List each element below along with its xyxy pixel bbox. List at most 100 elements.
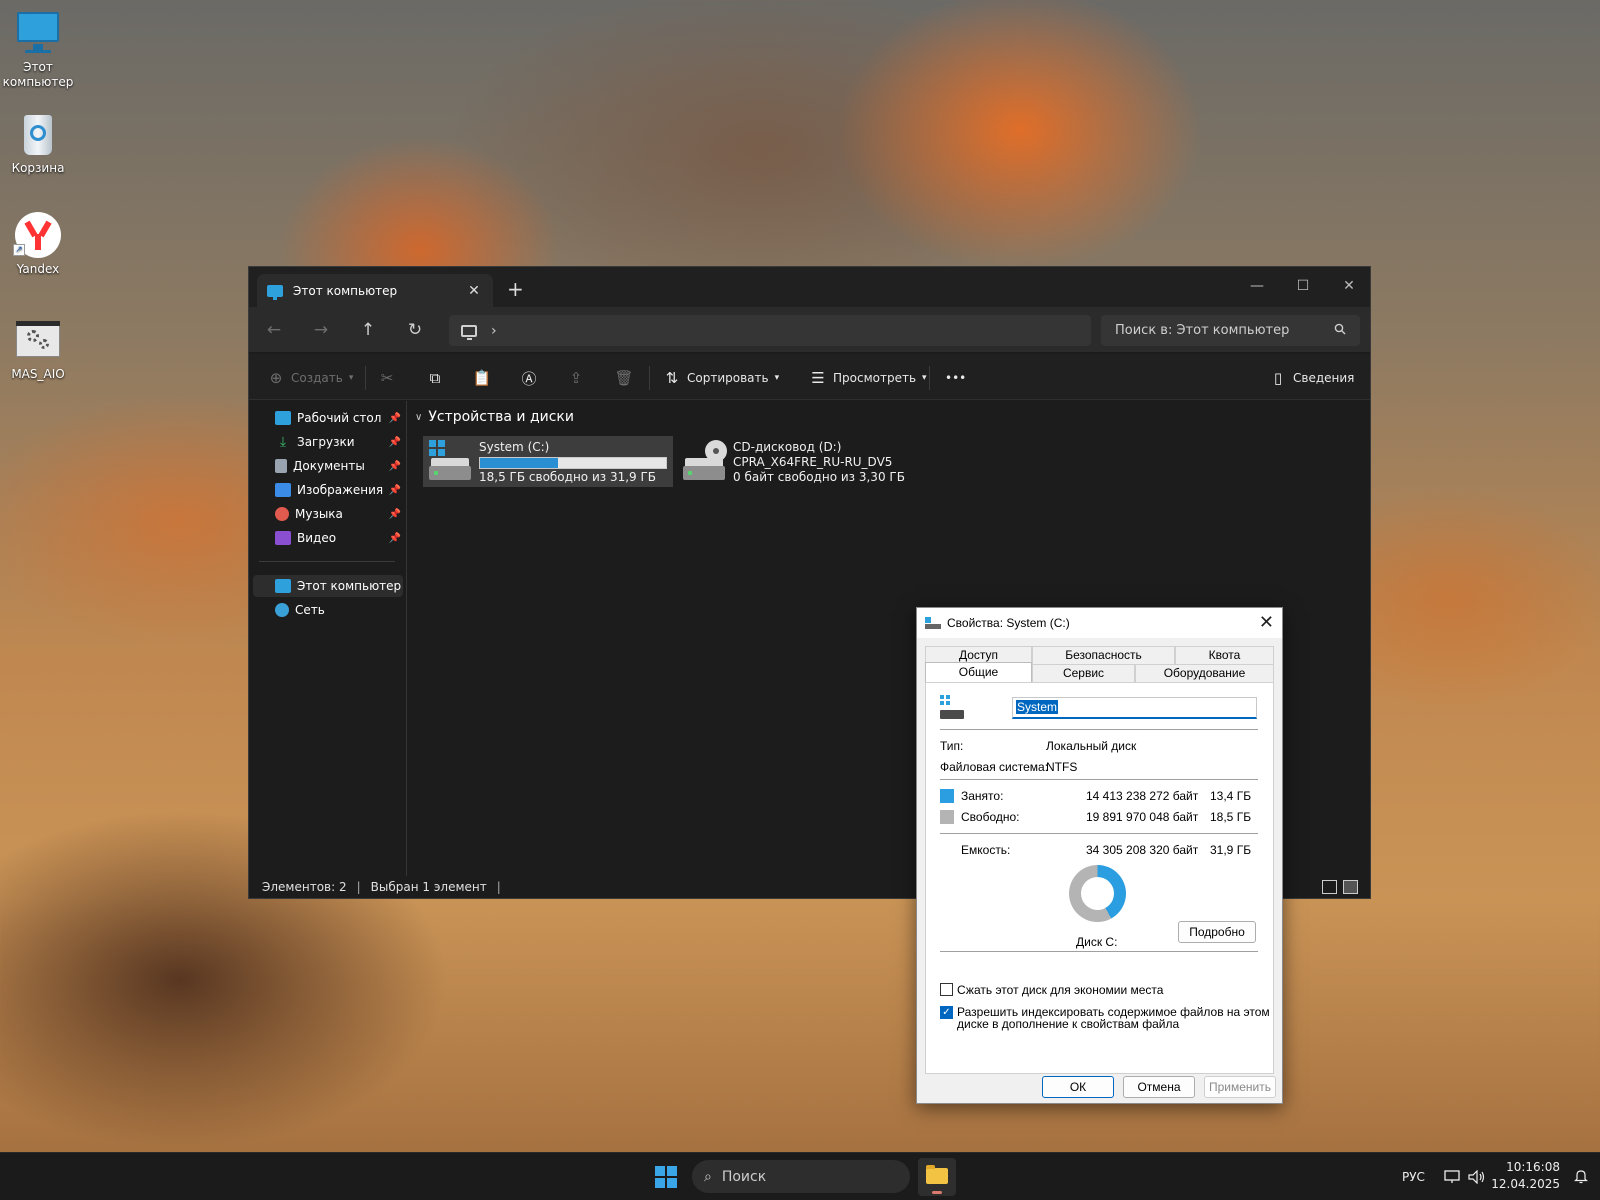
volume-name-input[interactable]: System [1012, 697, 1257, 719]
sidebar-item-pictures[interactable]: Изображения 📌 [253, 479, 403, 501]
sidebar-item-videos[interactable]: Видео 📌 [253, 527, 403, 549]
cancel-button[interactable]: Отмена [1123, 1076, 1195, 1098]
tab-hardware[interactable]: Оборудование [1135, 664, 1274, 682]
pin-icon[interactable]: 📌 [389, 413, 401, 424]
apply-button[interactable]: Применить [1204, 1076, 1276, 1098]
clock[interactable]: 10:16:08 12.04.2025 [1491, 1159, 1560, 1193]
notification-bell-icon[interactable] [1574, 1168, 1588, 1188]
index-label-line2: диске в дополнение к свойствам файла [957, 1017, 1180, 1031]
sidebar-item-downloads[interactable]: ⤓ Загрузки 📌 [253, 431, 403, 453]
sidebar-item-this-pc[interactable]: Этот компьютер [253, 575, 403, 597]
details-pane-button[interactable]: ▯ Сведения [1267, 366, 1355, 390]
navigation-pane: Рабочий стол 📌 ⤓ Загрузки 📌 Документы 📌 … [249, 401, 407, 876]
sidebar-item-desktop[interactable]: Рабочий стол 📌 [253, 407, 403, 429]
compress-label: Сжать этот диск для экономии места [957, 983, 1164, 997]
used-gb: 13,4 ГБ [1210, 789, 1252, 803]
copy-button[interactable]: ⧉ [424, 366, 450, 390]
search-icon [1334, 323, 1346, 339]
new-tab-button[interactable]: + [507, 277, 524, 301]
group-header-devices[interactable]: ∨ Устройства и диски [415, 409, 574, 425]
disk-cleanup-details-button[interactable]: Подробно [1178, 921, 1256, 943]
search-placeholder: Поиск в: Этот компьютер [1115, 323, 1290, 338]
paste-button[interactable]: 📋 [471, 366, 497, 390]
desktop-icon-this-pc[interactable]: Этот компьютер [2, 10, 74, 90]
cut-button[interactable]: ✂ [376, 366, 402, 390]
capacity-gb: 31,9 ГБ [1210, 843, 1252, 857]
item-count: Элементов: 2 [262, 880, 347, 894]
minimize-button[interactable]: — [1237, 271, 1277, 301]
pin-icon[interactable]: 📌 [389, 437, 401, 448]
maximize-button[interactable]: ☐ [1283, 271, 1323, 301]
tab-tools[interactable]: Сервис [1032, 664, 1135, 682]
chevron-down-icon: ▾ [348, 373, 354, 383]
tab-security[interactable]: Безопасность [1032, 646, 1175, 664]
view-button[interactable]: ☰ Просмотреть ▾ [807, 366, 926, 390]
desktop-icon-yandex[interactable]: ↗ Yandex [2, 212, 74, 277]
close-dialog-button[interactable]: ✕ [1259, 612, 1274, 633]
sort-label: Сортировать [687, 371, 769, 385]
ok-button[interactable]: ОК [1042, 1076, 1114, 1098]
cd-drive-icon [681, 440, 727, 482]
tabs-row-bottom: Общие Сервис Оборудование [925, 662, 1274, 682]
share-button[interactable]: ⇪ [565, 366, 591, 390]
compress-checkbox[interactable] [940, 983, 953, 996]
drive-usage-bar [479, 457, 667, 469]
dialog-titlebar: Свойства: System (C:) ✕ [917, 608, 1282, 638]
drive-icon [940, 695, 966, 719]
pin-icon[interactable]: 📌 [389, 509, 401, 520]
taskbar-search[interactable]: ⌕ Поиск [692, 1160, 910, 1193]
more-options-button[interactable]: ••• [945, 366, 966, 390]
chevron-right-icon[interactable]: › [491, 323, 497, 339]
more-icon: ••• [945, 371, 967, 385]
navigation-bar: ← → ↑ ↻ › Поиск в: Этот компьютер [249, 307, 1370, 353]
tab-this-pc[interactable]: Этот компьютер ✕ [257, 274, 493, 307]
create-button[interactable]: ⊕ Создать ▾ [265, 366, 354, 390]
sidebar-item-label: Видео [297, 531, 337, 545]
up-button[interactable]: ↑ [353, 317, 383, 343]
drive-item-d[interactable]: CD-дисковод (D:) CPRA_X64FRE_RU-RU_DV5 0… [677, 436, 917, 487]
search-input[interactable]: Поиск в: Этот компьютер [1101, 315, 1360, 346]
sidebar-item-documents[interactable]: Документы 📌 [253, 455, 403, 477]
taskbar-file-explorer[interactable] [918, 1158, 956, 1196]
network-icon[interactable] [1444, 1153, 1460, 1200]
drive-item-c[interactable]: System (C:) 18,5 ГБ свободно из 31,9 ГБ [423, 436, 673, 487]
forward-button[interactable]: → [306, 317, 336, 343]
recycle-bin-icon [15, 111, 61, 157]
clock-date: 12.04.2025 [1491, 1177, 1560, 1191]
pin-icon[interactable]: 📌 [389, 533, 401, 544]
close-window-button[interactable]: ✕ [1329, 271, 1369, 301]
monitor-icon [267, 284, 283, 300]
close-tab-icon[interactable]: ✕ [465, 283, 483, 299]
desktop-icon-mas-aio[interactable]: MAS_AIO [2, 317, 74, 382]
details-pane-icon: ▯ [1273, 369, 1283, 387]
tab-quota[interactable]: Квота [1175, 646, 1274, 664]
volume-icon[interactable] [1468, 1153, 1486, 1200]
sidebar-item-network[interactable]: Сеть [253, 599, 403, 621]
desktop-icon-recycle-bin[interactable]: Корзина [2, 111, 74, 176]
details-view-icon[interactable] [1322, 880, 1337, 894]
sidebar-item-music[interactable]: Музыка 📌 [253, 503, 403, 525]
delete-button[interactable]: 🗑 [613, 366, 639, 390]
drive-name: CD-дисковод (D:) [733, 440, 842, 454]
start-button[interactable] [655, 1166, 677, 1188]
group-title: Устройства и диски [428, 409, 574, 425]
free-space-swatch [940, 810, 954, 824]
used-bytes: 14 413 238 272 байт [1086, 789, 1199, 803]
back-button[interactable]: ← [259, 317, 289, 343]
pin-icon[interactable]: 📌 [389, 461, 401, 472]
selection-count: Выбран 1 элемент [370, 880, 487, 894]
refresh-button[interactable]: ↻ [400, 317, 430, 343]
drive-volume-label: CPRA_X64FRE_RU-RU_DV5 [733, 455, 893, 469]
monitor-icon [15, 10, 61, 56]
rename-button[interactable]: Ⓐ [518, 366, 544, 390]
address-bar[interactable]: › [449, 315, 1091, 346]
input-language[interactable]: РУС [1402, 1153, 1425, 1200]
monitor-icon [275, 579, 291, 593]
pin-icon[interactable]: 📌 [389, 485, 401, 496]
used-label: Занято: [961, 789, 1004, 803]
index-checkbox[interactable]: ✓ [940, 1006, 953, 1019]
tab-general[interactable]: Общие [925, 662, 1032, 682]
sort-button[interactable]: ⇅ Сортировать ▾ [661, 366, 779, 390]
tiles-view-icon[interactable] [1343, 880, 1358, 894]
free-gb: 18,5 ГБ [1210, 810, 1252, 824]
